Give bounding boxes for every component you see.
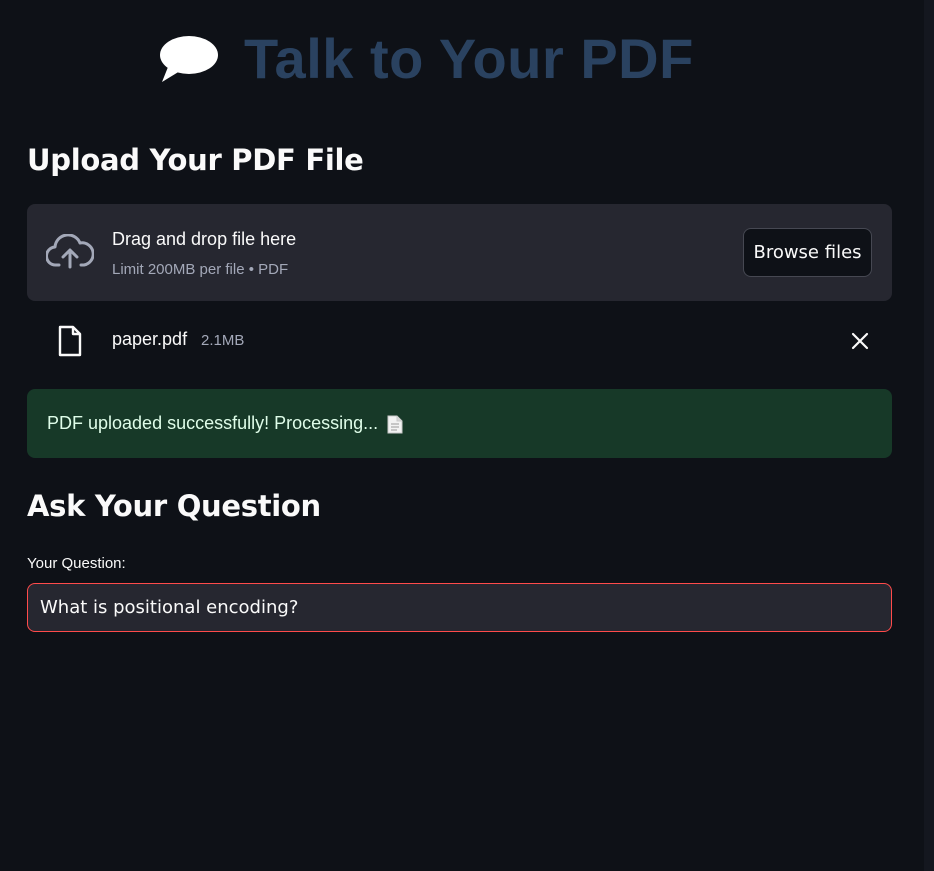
uploaded-file-size: 2.1MB: [201, 332, 245, 349]
scrollbar-track: [924, 0, 934, 871]
dropzone-instructions: Drag and drop file here: [112, 229, 297, 249]
page-header: Talk to Your PDF: [158, 26, 694, 92]
uploaded-file-name: paper.pdf: [112, 329, 188, 349]
success-message: PDF uploaded successfully! Processing...: [47, 413, 379, 433]
file-dropzone[interactable]: Drag and drop file here Limit 200MB per …: [27, 204, 892, 301]
close-icon[interactable]: [851, 332, 869, 350]
browse-files-button[interactable]: Browse files: [743, 228, 872, 277]
cloud-upload-icon: [46, 234, 94, 269]
uploaded-file-row: paper.pdf 2.1MB: [27, 318, 892, 364]
speech-bubble-icon: [160, 36, 218, 82]
file-icon: [58, 325, 82, 357]
success-alert: PDF uploaded successfully! Processing...: [27, 389, 892, 458]
page-facing-up-icon: [387, 415, 403, 434]
ask-section-title: Ask Your Question: [27, 489, 321, 523]
question-label: Your Question:: [27, 555, 126, 572]
dropzone-limit: Limit 200MB per file • PDF: [112, 261, 289, 278]
app-page: Talk to Your PDF Upload Your PDF File Dr…: [0, 0, 934, 871]
question-input[interactable]: [27, 583, 892, 632]
page-title: Talk to Your PDF: [244, 27, 694, 90]
upload-section-title: Upload Your PDF File: [27, 143, 364, 177]
